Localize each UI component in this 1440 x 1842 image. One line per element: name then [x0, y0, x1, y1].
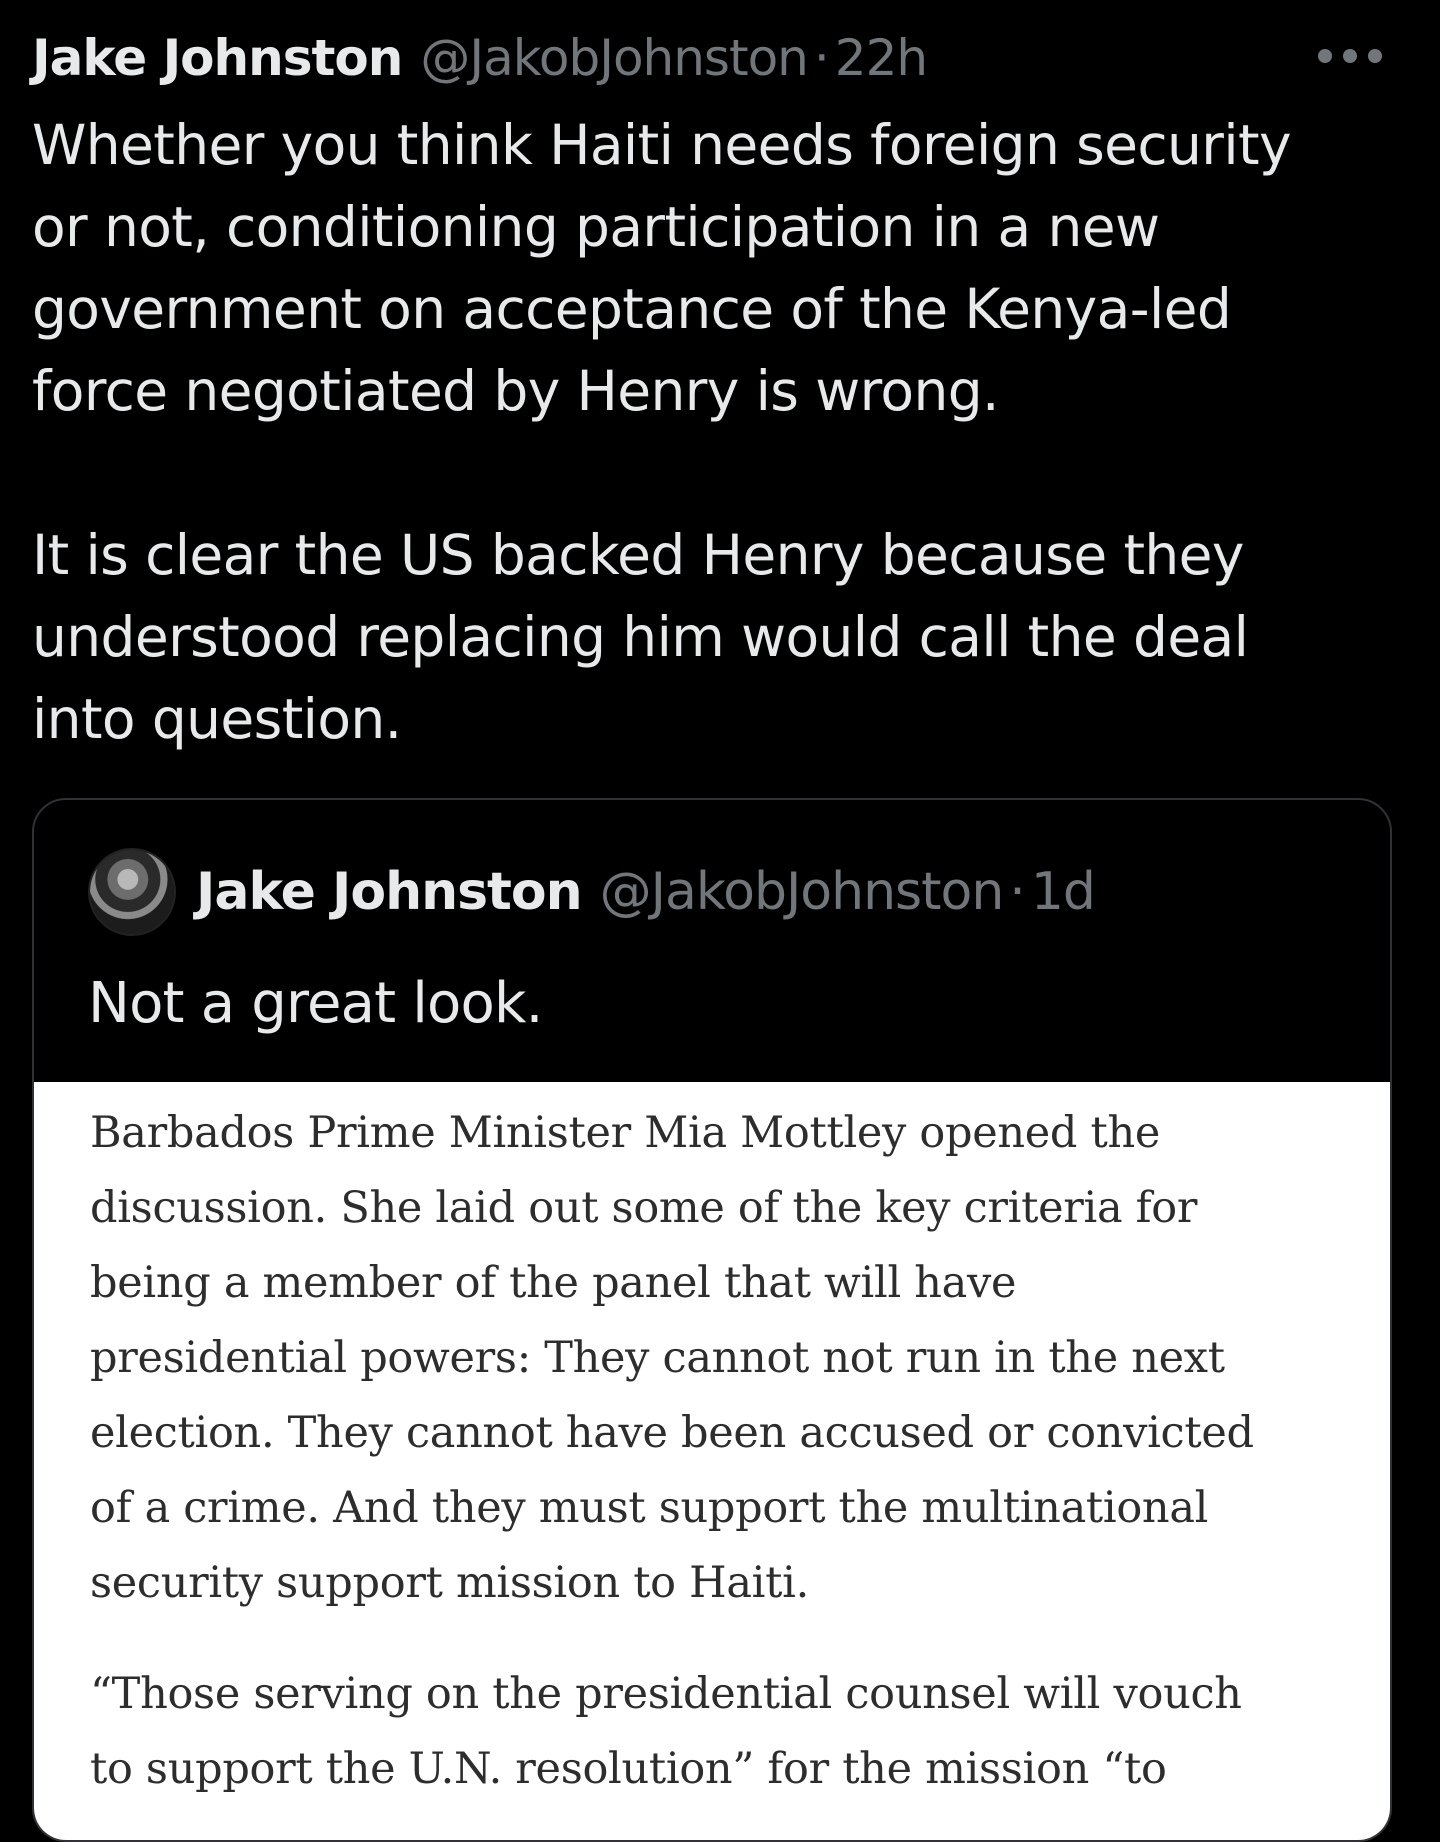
quoted-tweet-header: Jake Johnston @JakobJohnston · 1d	[88, 848, 1096, 936]
tweet: Jake Johnston @JakobJohnston · 22h Wheth…	[0, 0, 1440, 1842]
quoted-tweet-timestamp[interactable]: 1d	[1031, 862, 1096, 922]
quoted-author-handle[interactable]: @JakobJohnston	[600, 862, 1005, 922]
quoted-tweet-card[interactable]: Jake Johnston @JakobJohnston · 1d Not a …	[32, 798, 1392, 1842]
tweet-paragraph-1: Whether you think Haiti needs foreign se…	[32, 113, 1292, 423]
more-dot-2	[1343, 49, 1357, 63]
quoted-separator-dot: ·	[1009, 862, 1026, 922]
tweet-timestamp[interactable]: 22h	[835, 22, 928, 94]
author-name[interactable]: Jake Johnston	[32, 22, 403, 94]
quoted-author-name[interactable]: Jake Johnston	[196, 862, 583, 922]
separator-dot: ·	[813, 29, 830, 87]
author-handle[interactable]: @JakobJohnston	[420, 22, 809, 94]
article-paragraph-2: “Those serving on the presidential couns…	[90, 1669, 1242, 1794]
tweet-header: Jake Johnston @JakobJohnston · 22h	[32, 22, 928, 94]
tweet-paragraph-2: It is clear the US backed Henry because …	[32, 523, 1249, 751]
article-paragraph-1: Barbados Prime Minister Mia Mottley open…	[90, 1108, 1254, 1608]
quoted-article-image[interactable]: Barbados Prime Minister Mia Mottley open…	[34, 1082, 1390, 1840]
avatar[interactable]	[88, 848, 176, 936]
more-options-icon[interactable]	[1318, 36, 1382, 76]
article-excerpt: Barbados Prime Minister Mia Mottley open…	[90, 1096, 1350, 1807]
more-dot-1	[1318, 49, 1332, 63]
more-dot-3	[1368, 49, 1382, 63]
tweet-text: Whether you think Haiti needs foreign se…	[32, 104, 1412, 760]
quoted-tweet-text: Not a great look.	[88, 971, 543, 1036]
